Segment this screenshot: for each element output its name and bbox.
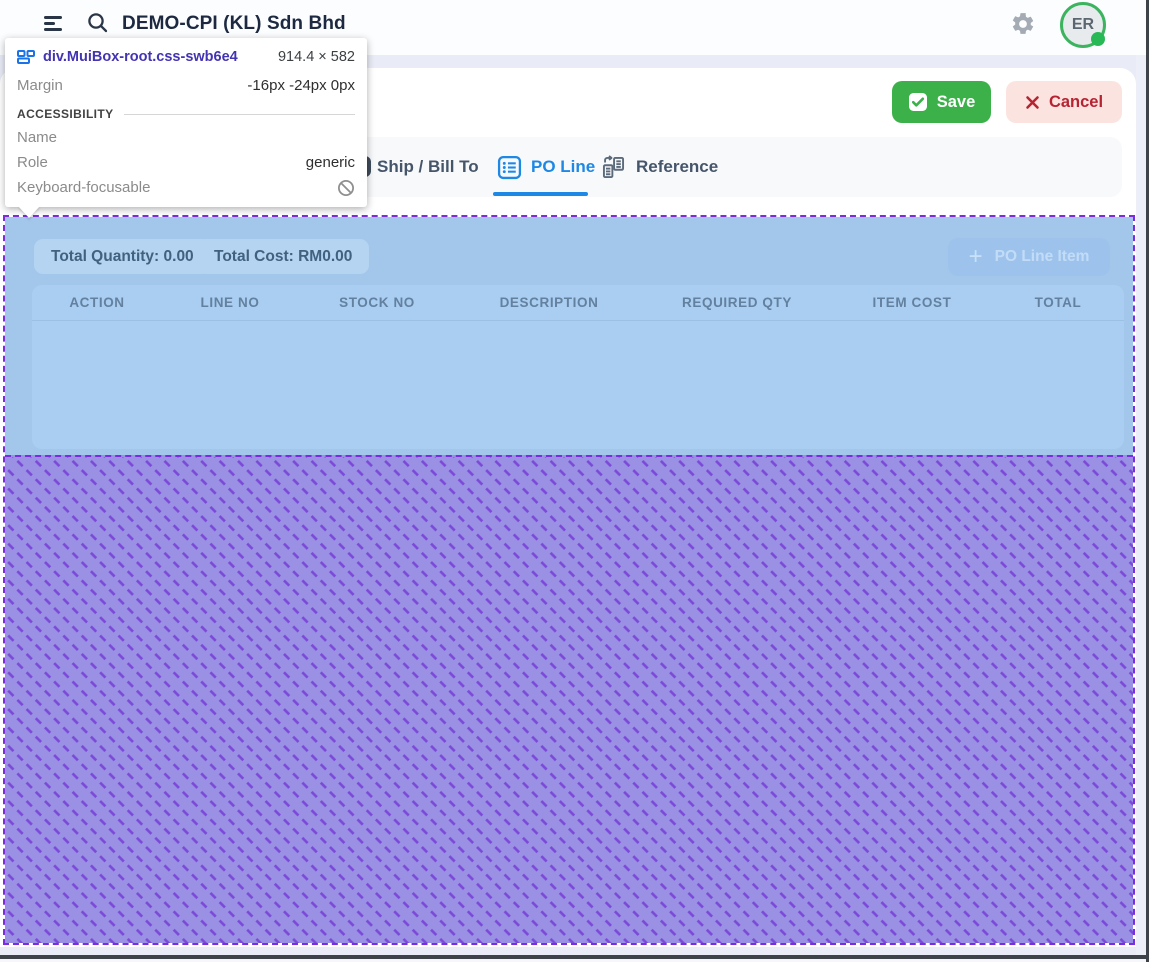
user-avatar[interactable]: ER: [1060, 2, 1106, 48]
highlighted-margin-hatch-area: [5, 455, 1133, 943]
column-header-action: ACTION: [32, 295, 162, 310]
highlighted-content-area: Total Quantity: 0.00 Total Cost: RM0.00 …: [5, 217, 1133, 455]
search-icon[interactable]: [86, 11, 110, 40]
page-background-strip: [1136, 55, 1146, 955]
active-tab-underline: [493, 192, 588, 196]
diagonal-hatch-pattern: [5, 457, 1133, 943]
save-button[interactable]: Save: [892, 81, 991, 123]
column-header-item-cost: ITEM COST: [832, 295, 992, 310]
close-icon: [1025, 95, 1040, 110]
add-po-line-item-button[interactable]: + PO Line Item: [948, 238, 1110, 276]
accessibility-section-title: ACCESSIBILITY: [17, 107, 114, 121]
column-header-description: DESCRIPTION: [456, 295, 642, 310]
online-status-dot: [1091, 32, 1105, 46]
tooltip-caret: [18, 206, 40, 218]
po-line-table: ACTION LINE NO STOCK NO DESCRIPTION REQU…: [32, 285, 1124, 449]
copy-document-arrow-icon: [600, 154, 627, 181]
add-po-line-item-label: PO Line Item: [995, 248, 1090, 266]
list-box-icon: [497, 155, 522, 180]
accessibility-role-label: Role: [17, 154, 48, 171]
cancel-button[interactable]: Cancel: [1006, 81, 1122, 123]
app-window: DEMO-CPI (KL) Sdn Bhd ER Save: [0, 0, 1149, 962]
po-line-table-header-row: ACTION LINE NO STOCK NO DESCRIPTION REQU…: [32, 285, 1124, 321]
checkbox-check-icon: [908, 92, 928, 112]
accessibility-name-label: Name: [17, 129, 57, 146]
column-header-line-no: LINE NO: [162, 295, 298, 310]
inspected-element-selector: div.MuiBox-root.css-swb6e4: [43, 49, 238, 65]
tab-po-line[interactable]: PO Line: [497, 137, 595, 197]
column-header-stock-no: STOCK NO: [298, 295, 456, 310]
accessibility-role-value: generic: [306, 154, 355, 171]
keyboard-focusable-label: Keyboard-focusable: [17, 179, 150, 196]
plus-icon: +: [969, 245, 983, 269]
tab-ship-bill-to[interactable]: Ship / Bill To: [377, 137, 479, 197]
devtools-tooltip: div.MuiBox-root.css-swb6e4 914.4 × 582 M…: [5, 38, 367, 207]
tab-reference-label: Reference: [636, 157, 718, 177]
total-quantity-chip: Total Quantity: 0.00: [34, 239, 211, 274]
gear-icon[interactable]: [1010, 11, 1036, 42]
avatar-initials: ER: [1072, 16, 1094, 34]
margin-value: -16px -24px 0px: [247, 77, 355, 94]
tab-reference[interactable]: Reference: [600, 137, 718, 197]
margin-label: Margin: [17, 77, 63, 94]
section-divider: [124, 114, 355, 115]
column-header-required-qty: REQUIRED QTY: [642, 295, 832, 310]
tab-ship-bill-to-label: Ship / Bill To: [377, 157, 479, 177]
column-header-total: TOTAL: [992, 295, 1124, 310]
menu-icon[interactable]: [44, 16, 62, 31]
cancel-button-label: Cancel: [1049, 93, 1103, 112]
devtools-highlight-region: Total Quantity: 0.00 Total Cost: RM0.00 …: [3, 215, 1135, 945]
tab-po-line-label: PO Line: [531, 157, 595, 177]
inspected-element-dimensions: 914.4 × 582: [278, 49, 355, 65]
layout-grid-icon: [17, 50, 35, 64]
company-title: DEMO-CPI (KL) Sdn Bhd: [122, 13, 346, 35]
no-entry-icon: [337, 179, 355, 197]
total-cost-chip: Total Cost: RM0.00: [197, 239, 369, 274]
save-button-label: Save: [937, 93, 976, 112]
